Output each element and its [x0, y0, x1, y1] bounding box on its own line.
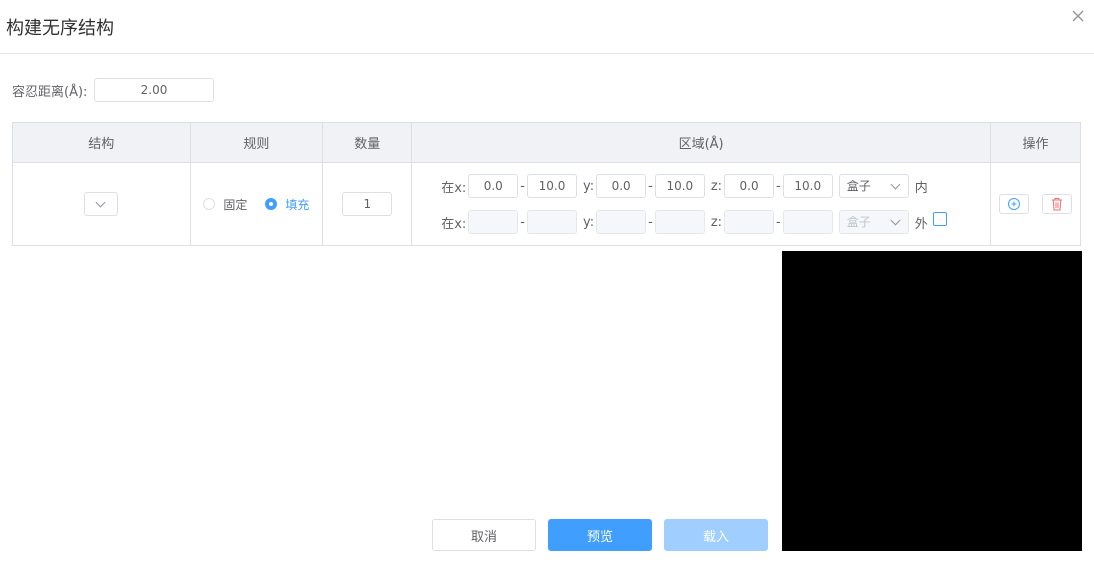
header-divider: [0, 53, 1094, 54]
cancel-button[interactable]: 取消: [432, 519, 536, 551]
count-input[interactable]: [342, 192, 393, 216]
region-outside-row: 在x: - y: - z: - 盒子 外: [412, 204, 990, 240]
inside-x-min-input[interactable]: [468, 174, 519, 198]
inside-x-max-input[interactable]: [526, 174, 577, 198]
outside-y-max-input[interactable]: [654, 210, 705, 234]
table-header-row: 结构 规则 数量 区域(Å) 操作: [12, 122, 1081, 163]
plus-circle-icon: [1008, 198, 1020, 210]
inside-z-min-input[interactable]: [724, 174, 775, 198]
rule-radio-fixed[interactable]: 固定: [203, 196, 247, 213]
header-structure: 结构: [12, 122, 191, 163]
tolerance-input[interactable]: [94, 78, 214, 102]
range-dash: -: [648, 178, 653, 194]
load-button[interactable]: 载入: [664, 519, 768, 551]
structure-table: 结构 规则 数量 区域(Å) 操作 固定 填充 1 在x: 0.0 - 10.0…: [12, 122, 1081, 246]
chevron-down-icon: [890, 215, 901, 226]
chevron-down-icon: [890, 179, 901, 190]
z-label: z:: [710, 214, 723, 230]
outside-shape-value: 盒子: [846, 215, 871, 229]
range-dash: -: [520, 178, 525, 194]
range-dash: -: [776, 214, 781, 230]
table-row: 固定 填充 在x: - y:: [12, 162, 1081, 246]
inside-shape-value: 盒子: [846, 179, 871, 193]
preview-button[interactable]: 预览: [548, 519, 652, 551]
dialog-title: 构建无序结构: [6, 18, 114, 39]
close-icon[interactable]: [1070, 8, 1086, 24]
add-row-button[interactable]: [999, 194, 1029, 214]
range-dash: -: [776, 178, 781, 194]
outside-z-max-input[interactable]: [782, 210, 833, 234]
rule-radio-fill[interactable]: 填充: [265, 196, 309, 213]
trash-icon: [1052, 198, 1062, 211]
region-inside-row: 在x: - y: - z: - 盒子: [412, 168, 990, 204]
structure-select[interactable]: [84, 192, 119, 216]
inside-z-max-input[interactable]: [782, 174, 833, 198]
range-dash: -: [520, 214, 525, 230]
rule-cell: 固定 填充: [189, 162, 324, 246]
header-region: 区域(Å): [411, 122, 992, 163]
rule-fill-label: 填充: [285, 197, 310, 212]
outside-shape-select[interactable]: 盒子: [838, 210, 909, 234]
rule-fixed-label: 固定: [223, 197, 248, 212]
y-label: y:: [582, 178, 595, 194]
count-cell: [322, 162, 413, 246]
outside-z-min-input[interactable]: [724, 210, 775, 234]
actions-cell: [990, 162, 1081, 246]
x-label: 在x:: [441, 216, 467, 232]
tolerance-label: 容忍距离(Å):: [12, 85, 88, 100]
radio-circle-checked: [265, 198, 278, 210]
range-dash: -: [648, 214, 653, 230]
preview-canvas[interactable]: [782, 251, 1082, 551]
x-label: 在x:: [441, 180, 467, 196]
y-label: y:: [582, 214, 595, 230]
outside-x-max-input[interactable]: [526, 210, 577, 234]
structure-cell: [12, 162, 191, 246]
z-label: z:: [710, 178, 723, 194]
chevron-down-icon: [95, 197, 106, 208]
outside-suffix: 外: [914, 216, 928, 232]
rule-radio-group: 固定 填充: [191, 196, 323, 213]
inside-y-max-input[interactable]: [654, 174, 705, 198]
outside-checkbox[interactable]: [932, 212, 947, 226]
inside-suffix: 内: [914, 180, 928, 196]
header-count: 数量: [322, 122, 413, 163]
header-actions: 操作: [990, 122, 1081, 163]
delete-row-button[interactable]: [1042, 194, 1072, 214]
header-rule: 规则: [189, 122, 324, 163]
inside-shape-select[interactable]: 盒子: [838, 174, 909, 198]
region-cell: 在x: - y: - z: - 盒子: [411, 162, 992, 246]
radio-circle: [203, 198, 216, 210]
outside-y-min-input[interactable]: [596, 210, 647, 234]
outside-x-min-input[interactable]: [468, 210, 519, 234]
inside-y-min-input[interactable]: [596, 174, 647, 198]
